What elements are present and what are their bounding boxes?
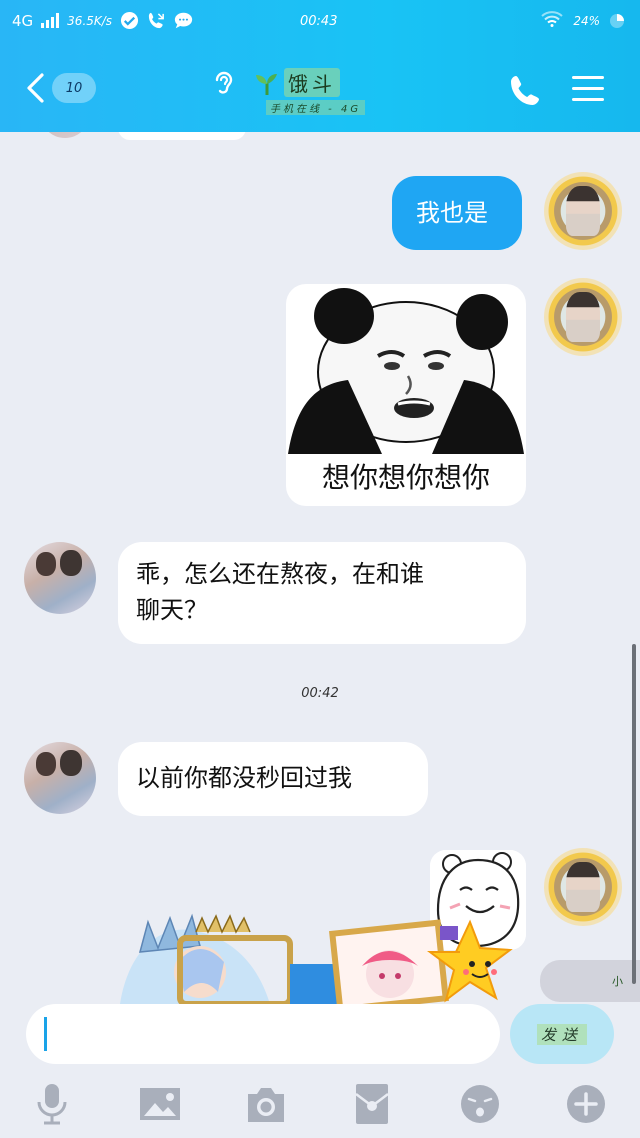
red-packet-icon[interactable] xyxy=(350,1082,394,1126)
message-text: 以前你都没秒回过我 xyxy=(136,764,352,792)
avatar-self[interactable] xyxy=(544,278,622,356)
signal-icon xyxy=(41,13,60,28)
avatar-other[interactable] xyxy=(24,742,96,814)
input-toolbar xyxy=(0,1082,640,1126)
title-bar: 10 饿斗 手机在线 - 4G xyxy=(0,56,640,122)
microphone-icon[interactable] xyxy=(30,1082,74,1126)
message-bubble-other[interactable]: 乖，怎么还在熬夜，在和谁 聊天？ xyxy=(118,542,526,644)
wifi-icon xyxy=(541,11,563,30)
ear-icon[interactable] xyxy=(212,70,234,98)
message-bubble-other[interactable]: 以前你都没秒回过我 xyxy=(118,742,428,816)
battery-icon xyxy=(610,13,624,28)
status-bar: 4G 36.5K/s 00:43 24% xyxy=(0,0,640,44)
network-type: 4G xyxy=(12,11,34,30)
message-sticker-self[interactable]: 想你想你想你 xyxy=(286,284,526,506)
input-area: 发送 xyxy=(0,1004,640,1138)
avatar-other[interactable] xyxy=(24,542,96,614)
message-bubble xyxy=(118,132,246,140)
sticker-caption: 想你想你想你 xyxy=(321,461,490,494)
status-time: 00:43 xyxy=(300,14,338,29)
scrollbar-thumb[interactable] xyxy=(632,644,636,984)
message-input[interactable] xyxy=(26,1004,500,1064)
text-caret xyxy=(44,1017,47,1051)
chat-header: 4G 36.5K/s 00:43 24% 10 饿斗 手机在线 - 4G xyxy=(0,0,640,132)
message-timestamp: 00:42 xyxy=(301,686,339,701)
avatar-self[interactable] xyxy=(544,172,622,250)
emoji-icon[interactable] xyxy=(458,1082,502,1126)
image-icon[interactable] xyxy=(138,1082,182,1126)
floating-pet-label: 小 xyxy=(612,975,623,988)
message-text: 乖，怎么还在熬夜，在和谁 xyxy=(136,560,424,588)
animated-character-decoration xyxy=(120,913,513,1004)
message-text: 我也是 xyxy=(416,199,488,227)
contact-name[interactable]: 饿斗 xyxy=(284,68,340,97)
chevron-left-icon xyxy=(27,73,44,103)
call-status-icon xyxy=(147,11,166,30)
message-bubble-icon xyxy=(174,11,193,30)
back-button[interactable]: 10 xyxy=(26,68,106,108)
send-button-label: 发送 xyxy=(536,1023,587,1045)
check-circle-icon xyxy=(120,11,139,30)
message-list[interactable]: 我也是 想你想你想你 乖，怎么还在熬夜，在和谁 聊天？ 00:42 以前你都没秒… xyxy=(0,132,640,1004)
contact-online-status: 手机在线 - 4G xyxy=(266,100,366,115)
avatar[interactable] xyxy=(40,132,90,138)
sprout-icon xyxy=(256,74,277,95)
floating-pet-badge[interactable]: 小 xyxy=(540,960,640,1002)
message-bubble-self[interactable]: 我也是 xyxy=(392,176,522,250)
message-text: 聊天？ xyxy=(136,596,208,624)
phone-call-icon[interactable] xyxy=(508,72,544,108)
unread-count-badge: 10 xyxy=(52,73,96,103)
network-speed: 36.5K/s xyxy=(67,13,113,28)
menu-icon[interactable] xyxy=(572,72,608,104)
send-button[interactable]: 发送 xyxy=(510,1004,614,1064)
camera-icon[interactable] xyxy=(244,1082,288,1126)
plus-icon[interactable] xyxy=(564,1082,608,1126)
panda-meme-icon xyxy=(288,288,524,454)
battery-level: 24% xyxy=(573,13,600,28)
avatar-self[interactable] xyxy=(544,848,622,926)
